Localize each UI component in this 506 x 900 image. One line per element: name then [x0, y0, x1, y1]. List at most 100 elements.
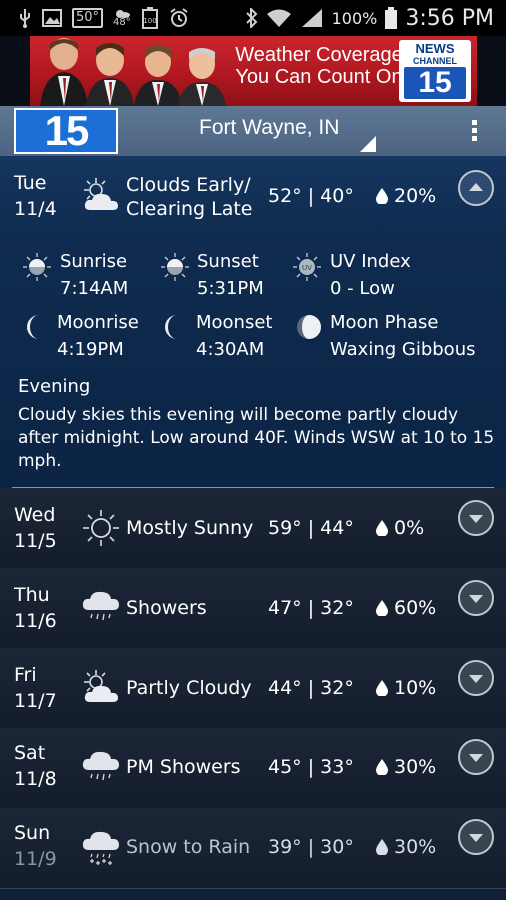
moonrise-icon — [27, 315, 39, 339]
uv-index-label: UV Index — [330, 251, 411, 272]
expand-button[interactable] — [458, 500, 494, 536]
ad-headline-line1: Weather Coverage — [235, 44, 403, 66]
ad-headline-line2: You Can Count On — [235, 66, 403, 88]
raindrop-icon — [376, 188, 388, 204]
sunrise-value: 7:14AM — [60, 278, 129, 299]
battery-saver-icon: 100 — [141, 7, 159, 29]
wifi-icon — [266, 8, 292, 28]
condition-text: Snow to Rain — [126, 836, 251, 858]
collapse-button[interactable] — [458, 170, 494, 206]
ad-logo-news: NEWS — [415, 41, 455, 56]
day-date: 11/4 — [14, 198, 57, 220]
sunset-value: 5:31PM — [197, 278, 264, 299]
day-date: 11/6 — [14, 610, 57, 632]
sunset-label: Sunset — [197, 251, 259, 272]
ad-banner[interactable]: Weather Coverage You Can Count On NEWS C… — [30, 36, 477, 106]
precipitation-chance: 30% — [394, 756, 437, 778]
raindrop-icon — [376, 759, 388, 775]
status-bar: 50° 48° 100 100% 3:56 PM — [0, 0, 506, 36]
ad-strip: Weather Coverage You Can Count On NEWS C… — [0, 36, 506, 106]
temperature-high-low: 59° | 44° — [268, 517, 354, 539]
ad-anchors-image — [40, 38, 226, 106]
clock-time: 3:56 PM — [405, 5, 494, 31]
precipitation-chance: 0% — [394, 517, 425, 539]
day-date: 11/9 — [14, 848, 57, 870]
signal-icon — [300, 8, 324, 28]
temperature-high-low: 52° | 40° — [268, 185, 354, 207]
moon-phase-label: Moon Phase — [330, 312, 439, 333]
condition-text: Partly Cloudy — [126, 677, 252, 699]
day-name: Thu — [14, 584, 50, 606]
battery-icon — [385, 7, 398, 29]
overflow-menu-icon[interactable] — [472, 120, 478, 144]
raindrop-icon — [376, 839, 388, 855]
precipitation-chance: 20% — [394, 185, 437, 207]
alarm-icon — [169, 8, 189, 28]
day-name: Sun — [14, 822, 51, 844]
temperature-small: 48° — [113, 17, 131, 28]
day-date: 11/8 — [14, 768, 57, 790]
station-logo[interactable]: 15 — [14, 108, 118, 154]
precipitation-chance: 60% — [394, 597, 437, 619]
temperature-badge: 50° — [72, 8, 104, 28]
expand-button[interactable] — [458, 739, 494, 775]
moonset-label: Moonset — [196, 312, 273, 333]
condition-text: PM Showers — [126, 756, 241, 778]
sunrise-label: Sunrise — [60, 251, 128, 272]
expand-button[interactable] — [458, 580, 494, 616]
uv-index-icon: UV — [293, 253, 321, 281]
location-selector[interactable]: Fort Wayne, IN — [199, 116, 339, 140]
forecast-row-today[interactable]: Tue 11/4 Clouds Early/ Clearing Late 52°… — [0, 156, 506, 236]
news-channel-logo: NEWS CHANNEL 15 — [399, 40, 471, 102]
battery-badge-text: 100 — [143, 17, 156, 25]
evening-forecast-text: Cloudy skies this evening will become pa… — [18, 405, 495, 471]
partly-cloudy-icon — [84, 670, 118, 702]
forecast-row[interactable]: Fri 11/7 Partly Cloudy 44° | 32° 10% — [0, 648, 506, 729]
day-date: 11/7 — [14, 690, 57, 712]
svg-text:UV: UV — [302, 264, 312, 272]
precipitation-chance: 30% — [394, 836, 437, 858]
evening-title: Evening — [18, 376, 91, 397]
bluetooth-icon — [245, 8, 258, 28]
sun-icon — [83, 510, 119, 546]
ad-headline: Weather Coverage You Can Count On — [214, 44, 424, 88]
condition-text: Showers — [126, 597, 207, 619]
moonset-value: 4:30AM — [196, 339, 265, 360]
precipitation-chance: 10% — [394, 677, 437, 699]
usb-icon — [18, 8, 32, 28]
partly-cloudy-icon — [84, 178, 118, 210]
day-name: Wed — [14, 504, 56, 526]
condition-text: Clouds Early/ Clearing Late — [126, 173, 252, 221]
expand-button[interactable] — [458, 819, 494, 855]
day-name: Sat — [14, 742, 46, 764]
sunset-icon — [161, 253, 189, 281]
forecast-row[interactable]: Sat 11/8 PM Showers 45° | 33° 30% — [0, 728, 506, 809]
app-header: 15 Fort Wayne, IN — [0, 106, 506, 157]
temperature-high-low: 47° | 32° — [268, 597, 354, 619]
day-date: 11/5 — [14, 530, 57, 552]
moonset-icon — [165, 315, 177, 339]
dropdown-corner-icon[interactable] — [360, 136, 376, 152]
condition-text: Mostly Sunny — [126, 517, 254, 539]
rain-cloud-icon — [82, 751, 119, 781]
battery-percentage: 100% — [331, 8, 378, 28]
today-details-panel: Sunrise 7:14AM Sunset 5:31PM UV UV Index… — [0, 236, 506, 488]
temperature-high-low: 45° | 33° — [268, 756, 354, 778]
raindrop-icon — [376, 600, 388, 616]
moonrise-label: Moonrise — [57, 312, 139, 333]
weather-status-icon: 48° — [113, 8, 131, 28]
temperature-high-low: 39° | 30° — [268, 836, 354, 858]
uv-index-value: 0 - Low — [330, 278, 395, 299]
moon-phase-icon — [297, 315, 321, 339]
forecast-row[interactable]: Wed 11/5 Mostly Sunny 59° | 44° 0% — [0, 488, 506, 569]
expand-button[interactable] — [458, 660, 494, 696]
day-name: Fri — [14, 664, 37, 686]
sunrise-icon — [23, 253, 51, 281]
gallery-icon — [42, 9, 62, 27]
forecast-row[interactable]: Sun 11/9 Snow to Rain 39° | 30° 30% — [0, 808, 506, 889]
ad-logo-number: 15 — [404, 67, 466, 99]
forecast-row[interactable]: Thu 11/6 Showers 47° | 32° 60% — [0, 568, 506, 649]
moonrise-value: 4:19PM — [57, 339, 124, 360]
raindrop-icon — [376, 520, 388, 536]
temperature-high-low: 44° | 32° — [268, 677, 354, 699]
